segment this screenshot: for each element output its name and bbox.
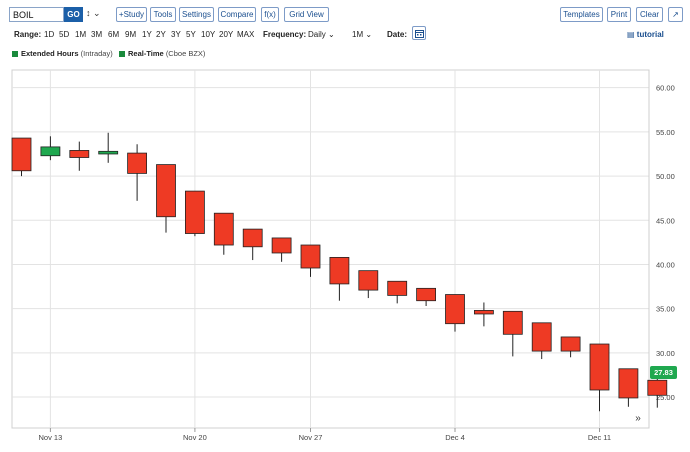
candle-body [40,146,61,157]
candle-body [11,137,32,172]
candle-body [156,164,176,218]
candle-body [502,310,523,335]
candle-body [387,280,408,296]
x-tick-label: Nov 20 [183,433,207,442]
print-button[interactable]: Print [607,7,631,22]
y-tick-label: 30.00 [656,349,675,358]
y-tick-label: 55.00 [656,128,675,137]
extended-hours-sub: (Intraday) [80,49,113,58]
candle-body [531,322,552,352]
x-tick-label: Dec 11 [588,433,611,442]
chevron-down-icon: ⌄ [365,30,373,39]
settings-button[interactable]: Settings [179,7,214,22]
scroll-right-icon[interactable]: » [629,413,647,427]
price-chart[interactable]: 25.00 30.00 35.00 40.00 45.00 50.00 55.00 60.00… [0,66,690,452]
interval-select[interactable]: 1M ⌄ [352,30,372,39]
y-tick-label: 40.00 [656,260,675,269]
date-label: Date: [387,30,408,39]
candle-body [242,228,263,248]
realtime-label: Real-Time [128,49,164,58]
range-10y[interactable]: 10Y [201,30,215,39]
extended-hours-marker [12,51,18,57]
frequency-label: Frequency: [263,30,307,39]
range-3m[interactable]: 3M [91,30,102,39]
tools-button[interactable]: Tools [150,7,176,22]
last-price-tag: 27.83 [650,365,677,379]
range-6m[interactable]: 6M [108,30,119,39]
candle-body [98,150,119,155]
y-tick-label: 35.00 [656,305,675,314]
compare-button[interactable]: Compare [218,7,256,22]
candle-body [647,379,668,396]
range-5d[interactable]: 5D [59,30,69,39]
compare-toggle-icon[interactable]: ↕ ⌄ [86,8,101,19]
candle-body [127,152,147,174]
candle-body [618,368,639,399]
candle-body [271,237,292,254]
range-1m[interactable]: 1M [75,30,86,39]
range-max[interactable]: MAX [237,30,254,39]
candle-body [416,287,437,302]
candle-body [589,343,610,391]
candle-body [213,212,234,246]
x-tick-label: Dec 4 [445,433,465,442]
x-tick-label: Nov 27 [299,433,323,442]
expand-icon[interactable]: ↗ [668,7,683,22]
range-1y[interactable]: 1Y [142,30,152,39]
candle-body [358,270,379,291]
chevron-down-icon: ⌄ [328,30,335,39]
function-button[interactable]: f(x) [261,7,279,22]
candle-body [560,336,581,352]
tutorial-link[interactable]: ▤ tutorial [627,30,664,39]
y-tick-label: 45.00 [656,216,675,225]
range-2y[interactable]: 2Y [156,30,166,39]
x-tick-label: Nov 13 [39,433,63,442]
realtime-marker [119,51,125,57]
symbol-input[interactable] [9,7,64,22]
range-bar: Range: 1D 5D 1M 3M 6M 9M 1Y 2Y 3Y 5Y 10Y… [0,28,690,44]
film-icon: ▤ [627,30,635,39]
range-1d[interactable]: 1D [44,30,54,39]
frequency-select[interactable]: Daily ⌄ [308,30,335,39]
y-tick-label: 60.00 [656,84,675,93]
candle-body [329,256,350,285]
clear-button[interactable]: Clear [636,7,663,22]
candle-body [69,150,90,158]
calendar-icon[interactable] [412,26,426,40]
chart-legend: Extended Hours (Intraday) Real-Time (Cbo… [0,48,690,62]
candle-body [184,190,205,234]
grid-view-button[interactable]: Grid View [284,7,329,22]
go-button[interactable]: GO [64,7,83,22]
study-button[interactable]: +Study [116,7,147,22]
range-3y[interactable]: 3Y [171,30,181,39]
templates-button[interactable]: Templates [560,7,603,22]
range-20y[interactable]: 20Y [219,30,233,39]
candlestick-chart[interactable]: 25.0030.0035.0040.0045.0050.0055.0060.00… [0,66,690,452]
interval-value: 1M [352,30,364,39]
y-tick-label: 50.00 [656,172,675,181]
range-5y[interactable]: 5Y [186,30,196,39]
tutorial-label: tutorial [636,30,664,39]
extended-hours-legend[interactable]: Extended Hours (Intraday) [21,49,113,58]
realtime-sub: (Cboe BZX) [165,49,206,58]
candle-body [473,310,494,315]
range-9m[interactable]: 9M [125,30,136,39]
extended-hours-label: Extended Hours [21,49,79,58]
realtime-legend[interactable]: Real-Time (Cboe BZX) [128,49,205,58]
frequency-value: Daily [308,30,326,39]
range-label: Range: [14,30,42,39]
plot-area [11,69,650,429]
candle-body [300,244,321,269]
chart-toolbar: GO ↕ ⌄ +Study Tools Settings Compare f(x… [0,0,690,28]
candle-body [445,294,465,325]
